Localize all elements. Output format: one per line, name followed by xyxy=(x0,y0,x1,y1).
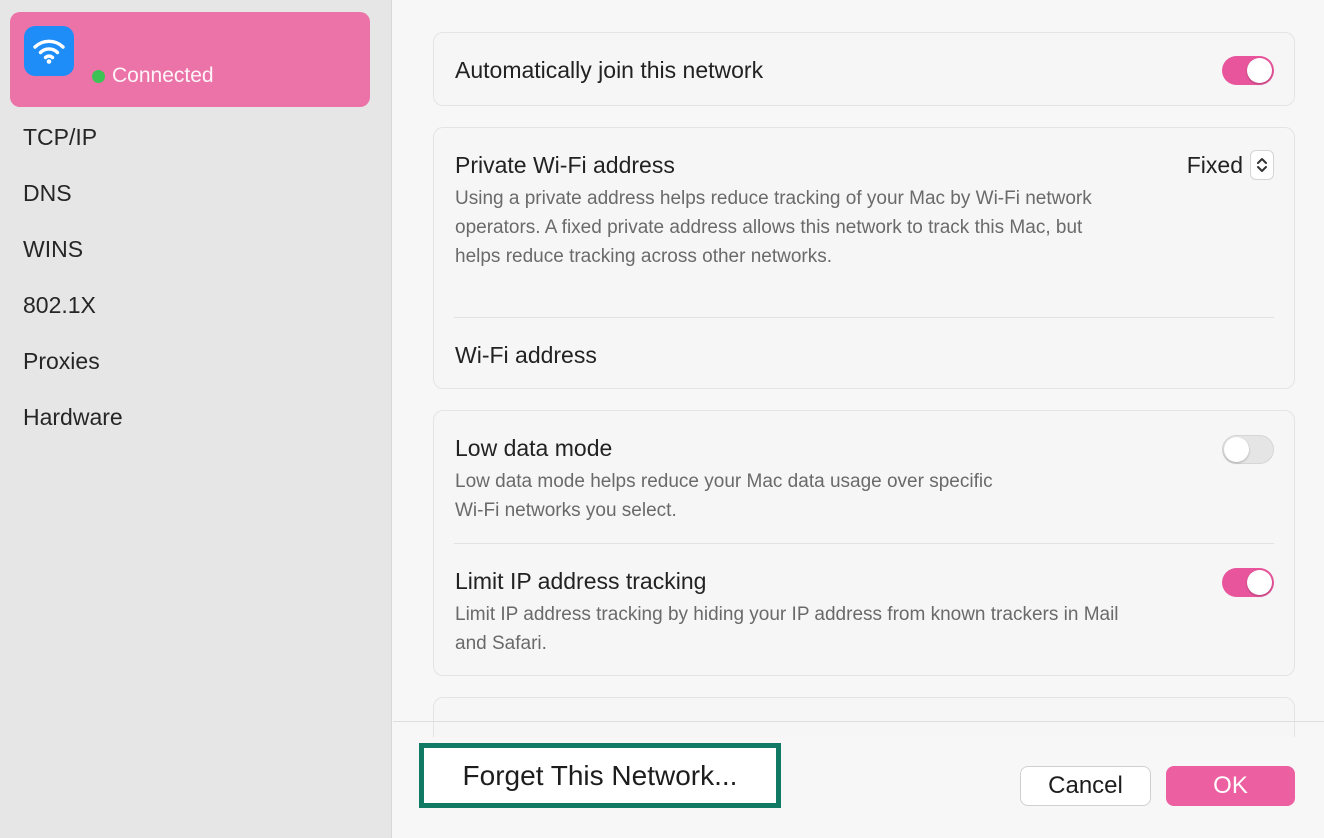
sidebar-item-wins[interactable]: WINS xyxy=(23,232,123,288)
sidebar-item-hardware[interactable]: Hardware xyxy=(23,400,123,456)
up-down-chevron-icon xyxy=(1250,150,1274,180)
low-data-description: Low data mode helps reduce your Mac data… xyxy=(455,471,993,521)
private-address-label: Private Wi-Fi address xyxy=(455,152,675,178)
wifi-icon xyxy=(24,26,74,76)
connected-dot-icon xyxy=(92,69,105,83)
auto-join-toggle[interactable] xyxy=(1222,56,1274,85)
toggle-knob xyxy=(1247,570,1272,595)
forget-network-button[interactable]: Forget This Network... xyxy=(419,743,781,808)
wifi-address-label: Wi-Fi address xyxy=(455,342,597,368)
footer-divider xyxy=(393,721,1324,722)
private-address-popup[interactable]: Fixed xyxy=(1187,150,1274,180)
sidebar-item-dns[interactable]: DNS xyxy=(23,176,123,232)
sidebar-item-proxies[interactable]: Proxies xyxy=(23,344,123,400)
private-address-value: Fixed xyxy=(1186,151,1243,178)
next-card-partial xyxy=(433,697,1295,737)
sidebar-item-8021x[interactable]: 802.1X xyxy=(23,288,123,344)
limit-ip-description: Limit IP address tracking by hiding your… xyxy=(455,604,1119,654)
selected-network-item[interactable]: Connected xyxy=(10,12,370,107)
divider xyxy=(454,543,1274,544)
auto-join-label: Automatically join this network xyxy=(455,57,764,83)
data-mode-card: Low data mode Low data mode helps reduce… xyxy=(433,410,1295,676)
connection-status-label: Connected xyxy=(112,64,214,87)
divider xyxy=(454,317,1274,318)
toggle-knob xyxy=(1224,437,1249,462)
private-address-card: Private Wi-Fi address Fixed Using a priv… xyxy=(433,127,1295,389)
connection-status: Connected xyxy=(92,64,214,88)
low-data-label: Low data mode xyxy=(455,435,613,461)
limit-ip-label: Limit IP address tracking xyxy=(455,568,707,594)
low-data-toggle[interactable] xyxy=(1222,435,1274,464)
limit-ip-toggle[interactable] xyxy=(1222,568,1274,597)
auto-join-card: Automatically join this network xyxy=(433,32,1295,106)
main-panel: Automatically join this network Private … xyxy=(393,0,1324,838)
toggle-knob xyxy=(1247,58,1272,83)
sidebar-list: TCP/IP DNS WINS 802.1X Proxies Hardware xyxy=(23,120,123,456)
sidebar-item-tcpip[interactable]: TCP/IP xyxy=(23,120,123,176)
sidebar: Connected TCP/IP DNS WINS 802.1X Proxies… xyxy=(0,0,392,838)
ok-button[interactable]: OK xyxy=(1166,766,1295,806)
private-address-description: Using a private address helps reduce tra… xyxy=(455,188,1092,267)
cancel-button[interactable]: Cancel xyxy=(1020,766,1151,806)
